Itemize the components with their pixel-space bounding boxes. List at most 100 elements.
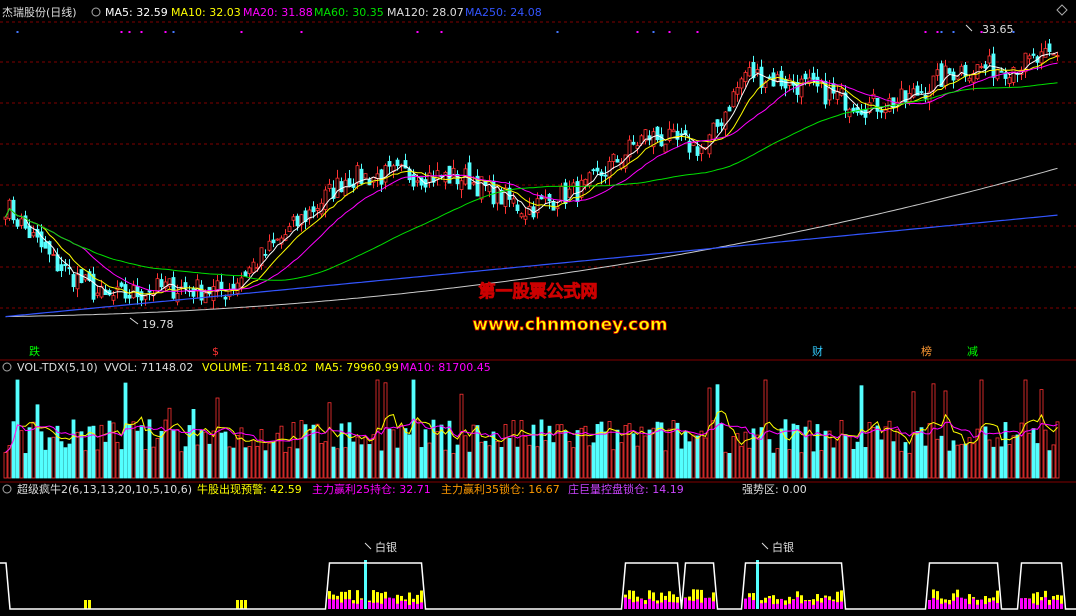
volume-bar [347, 422, 352, 479]
ma20-label: MA20: 31.88 [243, 6, 313, 19]
volume-bar [435, 431, 440, 479]
candle-body [291, 216, 296, 221]
volume-bar [691, 434, 696, 479]
candle-body [383, 165, 388, 183]
lock-bar [352, 603, 355, 609]
volume-bar [563, 430, 568, 479]
volume-bar [943, 390, 948, 479]
stock-chart[interactable]: 杰瑞股份(日线) MA5: 32.59 MA10: 32.03 MA20: 31… [0, 0, 1076, 616]
candle-body [899, 88, 904, 103]
candle-body [31, 232, 36, 237]
volume-bar [479, 441, 484, 479]
volume-bar [367, 444, 372, 479]
volume-bar [895, 429, 900, 479]
volume-bar [119, 449, 124, 479]
volume-bar [847, 435, 852, 479]
volume-bar [387, 428, 392, 479]
volume-bar [199, 429, 204, 479]
candle-body [387, 161, 392, 167]
candle-body [379, 169, 384, 185]
volume-bar [351, 441, 356, 479]
volume-bar [139, 425, 144, 479]
lock-bar [368, 601, 371, 609]
lock-bar [416, 603, 419, 609]
volume-bar [523, 436, 528, 479]
volume-bar [399, 425, 404, 479]
lock-bar [696, 599, 699, 609]
volume-bar [287, 446, 292, 479]
lock-bar [980, 599, 983, 609]
candle-body [147, 290, 152, 293]
volume-bar [551, 442, 556, 479]
marker-bang[interactable]: 榜 [921, 344, 932, 358]
volume-bar [835, 439, 840, 479]
volume-bar [667, 428, 672, 479]
lock-bar [812, 604, 815, 609]
vol-ma10-label: MA10: 81700.45 [400, 361, 491, 374]
volume-bar [111, 422, 116, 479]
signal-dot [952, 31, 955, 33]
volume-bar [519, 420, 524, 479]
holding-bar [84, 600, 87, 609]
volume-bar [383, 382, 388, 479]
signal-dot [128, 31, 131, 33]
candle-body [803, 73, 808, 80]
volume-bar [423, 429, 428, 479]
marker-cai[interactable]: 财 [812, 344, 823, 358]
lock-bar [748, 597, 751, 609]
volume-bar [903, 442, 908, 479]
volume-bar [499, 446, 504, 479]
lock-bar [1028, 598, 1031, 609]
ma60-label: MA60: 30.35 [314, 6, 384, 19]
candle-body [339, 181, 344, 193]
lock-bar [632, 602, 635, 609]
stock-title: 杰瑞股份(日线) [2, 5, 77, 19]
candle-body [983, 64, 988, 69]
lock-bar [676, 602, 679, 609]
volume-bar [231, 447, 236, 479]
candle-body [699, 147, 704, 154]
lock-bar [412, 602, 415, 609]
lock-bar [760, 603, 763, 609]
volume-bar [307, 429, 312, 479]
volume-bar [1015, 434, 1020, 479]
marker-dollar[interactable]: $ [212, 345, 219, 358]
volume-bar [95, 449, 100, 479]
ma10-label: MA10: 32.03 [171, 6, 241, 19]
volume-bar [451, 453, 456, 479]
lock-bar [984, 604, 987, 609]
volume-bar [879, 439, 884, 479]
lock-bar [360, 599, 363, 609]
volume-bar [51, 436, 56, 479]
volume-bar [855, 441, 860, 479]
low-price-label: 19.78 [142, 318, 174, 331]
volume-bar [155, 438, 160, 479]
candle-body [127, 294, 132, 299]
volume-bar [39, 431, 44, 479]
candle-body [835, 91, 840, 100]
volume-bar [839, 419, 844, 479]
volume-bar [699, 430, 704, 479]
candle-body [19, 218, 24, 226]
marker-jian[interactable]: 减 [967, 345, 978, 358]
high-price-label: 33.65 [982, 23, 1014, 36]
ma5-label: MA5: 32.59 [105, 6, 168, 19]
candle-body [879, 110, 884, 113]
volume-bar [83, 450, 88, 479]
volume-bar [203, 431, 208, 479]
candle-body [143, 295, 148, 300]
lock-bar [976, 604, 979, 609]
candle-body [611, 153, 616, 162]
volume-bar [23, 453, 28, 479]
volume-bar [527, 444, 532, 479]
volume-bar [515, 446, 520, 479]
volume-bar [639, 426, 644, 479]
control-bar [364, 560, 367, 609]
candle-body [239, 277, 244, 288]
lock-bar [808, 601, 811, 609]
marker-die[interactable]: 跌 [29, 344, 40, 358]
volume-bar [919, 427, 924, 479]
lock-bar [1056, 599, 1059, 609]
candle-body [575, 181, 580, 202]
candle-body [267, 240, 272, 251]
